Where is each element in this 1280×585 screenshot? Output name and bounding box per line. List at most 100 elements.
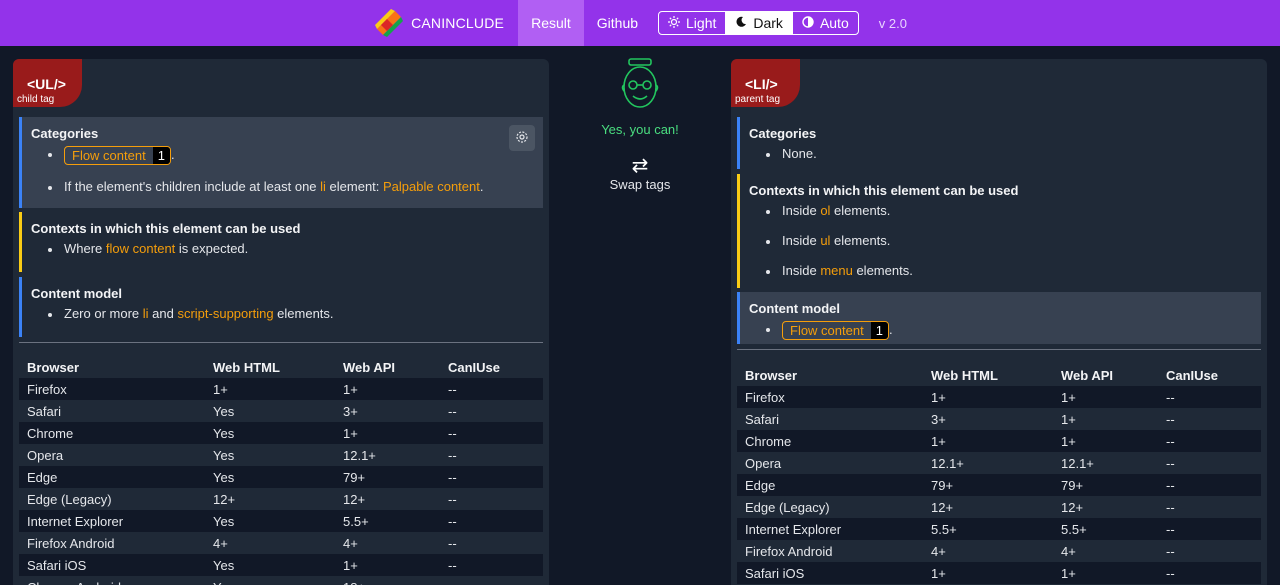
tag-badge: <UL/> child tag [13, 59, 82, 107]
table-cell: -- [1158, 518, 1261, 540]
table-cell: 79+ [923, 474, 1053, 496]
contrast-icon [802, 15, 814, 31]
column-header: CanIUse [1166, 367, 1219, 383]
nav-result[interactable]: Result [518, 0, 584, 46]
script-supporting-link[interactable]: script-supporting [177, 306, 273, 321]
table-cell: Opera [27, 447, 64, 463]
table-row: Edge 79+ 79+ -- [737, 474, 1261, 496]
palpable-content-link[interactable]: Palpable content [383, 179, 480, 194]
tag-role: child tag [17, 94, 55, 105]
theme-dark-button[interactable]: Dark [726, 12, 793, 34]
table-cell: Yes [205, 422, 335, 444]
ul-link[interactable]: ul [820, 233, 830, 248]
table-cell: -- [448, 447, 457, 463]
table-cell: 12+ [213, 491, 236, 507]
table-cell: Firefox [737, 386, 923, 408]
theme-dark-label: Dark [753, 15, 783, 31]
table-cell: 1+ [335, 422, 440, 444]
table-cell: 79+ [1053, 474, 1158, 496]
text: element: [325, 179, 384, 194]
table-cell: Yes [205, 466, 335, 488]
table-row: Edge (Legacy) 12+ 12+ -- [19, 488, 543, 510]
table-row: Opera 12.1+ 12.1+ -- [737, 452, 1261, 474]
parent-tag-panel: <LI/> parent tag Categories None. Contex… [731, 59, 1267, 585]
sun-icon [668, 15, 681, 31]
table-row: Edge (Legacy) 12+ 12+ -- [737, 496, 1261, 518]
table-row: Internet Explorer Yes 5.5+ -- [19, 510, 543, 532]
column-header: Web API [343, 359, 396, 375]
flow-content-chip[interactable]: Flow content 1 [782, 321, 889, 340]
flow-content-link[interactable]: flow content [106, 241, 175, 256]
table-cell: Yes [213, 403, 235, 419]
contexts-section: Contexts in which this element can be us… [737, 174, 1261, 288]
chip-count: 1 [870, 322, 888, 339]
text: Zero or more [64, 306, 143, 321]
table-cell: 1+ [923, 386, 1053, 408]
text: Inside [782, 203, 821, 218]
table-cell: Safari [745, 411, 779, 427]
chip-label: Flow content [790, 323, 864, 338]
table-cell: 79+ [335, 466, 440, 488]
theme-auto-button[interactable]: Auto [793, 12, 858, 34]
table-cell: Chrome Android [19, 576, 205, 585]
table-cell: 1+ [1053, 386, 1158, 408]
table-cell: Firefox Android [745, 543, 833, 559]
content-model-section: Content model Flow content 1 . [737, 292, 1261, 344]
table-cell: 1+ [205, 378, 335, 400]
table-cell: -- [1166, 455, 1175, 471]
theme-light-button[interactable]: Light [659, 12, 727, 34]
tag-role: parent tag [735, 94, 781, 105]
table-cell: 1+ [335, 378, 440, 400]
browser-support-table: Browser Web HTML Web API CanIUse Firefox… [19, 356, 543, 585]
table-row: Safari iOS Yes 1+ -- [19, 554, 543, 576]
ol-link[interactable]: ol [820, 203, 830, 218]
table-cell: Edge [737, 474, 923, 496]
swap-tags-button[interactable]: ⇄ Swap tags [560, 155, 720, 192]
column-header: Web API [1061, 367, 1114, 383]
column-header: Browser [745, 367, 798, 383]
table-row: Firefox Android 4+ 4+ -- [19, 532, 543, 554]
list-item: Flow content 1 . [31, 146, 543, 165]
tag-name: <LI/> [745, 76, 778, 92]
list-item: Where flow content is expected. [31, 241, 543, 257]
moon-icon [735, 15, 747, 31]
section-title: Categories [749, 126, 817, 141]
text: elements. [830, 233, 891, 248]
table-cell: Edge [19, 466, 205, 488]
table-cell: 12.1+ [931, 455, 964, 471]
gear-icon [515, 130, 529, 147]
table-cell: 1+ [1061, 411, 1076, 427]
table-cell: 12+ [1061, 499, 1084, 515]
happy-face-icon [560, 55, 720, 120]
text: elements. [852, 263, 913, 278]
contexts-list: Where flow content is expected. [31, 241, 543, 257]
table-cell: -- [440, 510, 543, 532]
brand[interactable]: CANINCLUDE [373, 7, 504, 39]
chip-label: Flow content [72, 148, 146, 163]
version-label: v 2.0 [878, 15, 907, 31]
flow-content-chip[interactable]: Flow content 1 [64, 146, 171, 165]
table-cell: 4+ [1061, 543, 1076, 559]
table-cell: Safari iOS [737, 562, 923, 584]
text: If the element's children include at lea… [64, 179, 321, 194]
table-row: Firefox 1+ 1+ -- [19, 378, 543, 400]
table-row: Firefox Android 4+ 4+ -- [737, 540, 1261, 562]
table-cell: 18+ [335, 576, 440, 585]
theme-switcher: Light Dark Auto [658, 11, 859, 35]
section-title: Contexts in which this element can be us… [31, 221, 301, 236]
categories-section: Categories None. [737, 117, 1261, 169]
list-item: Inside ol elements. [749, 203, 1261, 219]
text: Inside [782, 233, 821, 248]
table-cell: 1+ [923, 562, 1053, 584]
table-cell: -- [1166, 543, 1175, 559]
list-item: Inside menu elements. [749, 263, 1261, 279]
table-cell: Yes [205, 576, 335, 585]
menu-link[interactable]: menu [820, 263, 853, 278]
result-center: Yes, you can! ⇄ Swap tags [560, 55, 720, 192]
divider [19, 342, 543, 343]
text: Where [64, 241, 106, 256]
section-title: Content model [749, 301, 840, 316]
chip-count: 1 [152, 147, 170, 164]
nav-github[interactable]: Github [584, 0, 651, 46]
table-row: Chrome AndroidYes18+-- [19, 576, 543, 585]
